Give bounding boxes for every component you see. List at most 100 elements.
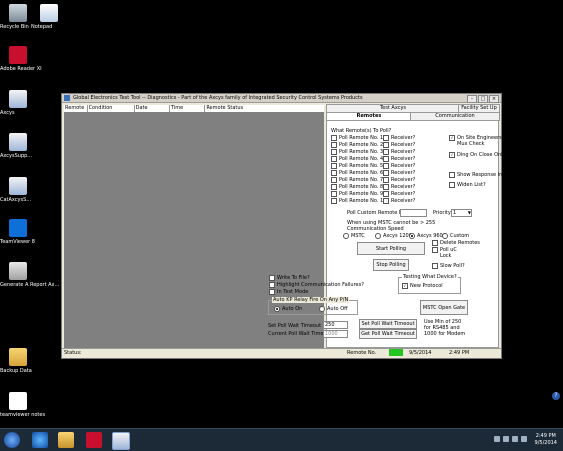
poll-remote-checkbox[interactable] <box>331 184 337 190</box>
stop-polling-button[interactable]: Stop Polling <box>373 259 409 271</box>
action-center-icon[interactable] <box>503 436 509 442</box>
poll-remote-checkbox[interactable] <box>331 191 337 197</box>
receiver-checkbox[interactable] <box>383 177 389 183</box>
start-polling-button[interactable]: Start Polling <box>357 242 425 255</box>
poll-remote-checkbox[interactable] <box>331 177 337 183</box>
speed-radio[interactable] <box>442 233 448 239</box>
minimize-button[interactable]: – <box>467 95 477 103</box>
set-poll-wait-button[interactable]: Set Poll Wait Timeout <box>359 319 417 329</box>
poll-remote-3[interactable]: Poll Remote No. 3 <box>331 149 383 155</box>
highlight-failures-checkbox[interactable] <box>269 282 275 288</box>
write-to-file-checkbox[interactable] <box>269 275 275 281</box>
auto-off-radio[interactable] <box>319 306 325 312</box>
get-poll-wait-button[interactable]: Get Poll Wait Timeout <box>359 329 417 339</box>
receiver-8[interactable]: Receiver? <box>383 184 415 190</box>
speed-radio[interactable] <box>375 233 381 239</box>
slow-poll-option[interactable]: Slow Poll? <box>432 263 465 269</box>
volume-icon[interactable] <box>521 436 527 442</box>
close-button[interactable]: × <box>489 95 499 103</box>
desktop-icon-generate-report[interactable]: Generate A Report Ax... <box>0 262 59 288</box>
poll-custom-input[interactable] <box>400 209 427 217</box>
auto-on-option[interactable]: Auto On <box>274 306 302 312</box>
poll-remote-checkbox[interactable] <box>331 163 337 169</box>
highlight-failures-option[interactable]: Highlight Communication Failures? <box>269 282 364 288</box>
poll-remote-checkbox[interactable] <box>331 170 337 176</box>
receiver-7[interactable]: Receiver? <box>383 177 415 183</box>
poll-remote-9[interactable]: Poll Remote No. 9 <box>331 191 383 197</box>
mstc-open-gate-button[interactable]: MSTC Open Gate <box>420 300 468 315</box>
axcys-icon[interactable] <box>112 432 130 450</box>
poll-remote-2[interactable]: Poll Remote No. 2 <box>331 142 383 148</box>
desktop-icon-backup-data[interactable]: Backup Data <box>0 348 36 374</box>
receiver-5[interactable]: Receiver? <box>383 163 415 169</box>
show-hex-checkbox[interactable] <box>449 172 455 178</box>
title-bar[interactable]: Global Electronics Test Tool -- Diagnost… <box>62 94 501 103</box>
poll-remote-5[interactable]: Poll Remote No. 5 <box>331 163 383 169</box>
poll-remote-checkbox[interactable] <box>331 142 337 148</box>
receiver-2[interactable]: Receiver? <box>383 142 415 148</box>
poll-remote-4[interactable]: Poll Remote No. 4 <box>331 156 383 162</box>
new-protocol-checkbox[interactable]: ✓ <box>402 283 408 289</box>
test-mode-option[interactable]: In Test Mode <box>269 289 308 295</box>
speed-axcys-9600[interactable]: Axcys 9600 <box>409 233 446 239</box>
start-button[interactable] <box>4 432 20 448</box>
poll-remote-10[interactable]: Poll Remote No. 10 <box>331 198 386 204</box>
poll-uc-lock-checkbox[interactable] <box>432 247 438 253</box>
poll-uc-lock-option[interactable]: Poll uC Lock <box>432 247 460 259</box>
option-show-hex[interactable]: Show Response In Hex <box>449 172 514 178</box>
column-header-condition[interactable]: Condition <box>88 105 135 112</box>
receiver-checkbox[interactable] <box>383 198 389 204</box>
desktop-icon-teamviewer[interactable]: TeamViewer 8 <box>0 219 36 245</box>
ding-on-close-checkbox[interactable]: ✓ <box>449 152 455 158</box>
slow-poll-checkbox[interactable] <box>432 263 438 269</box>
poll-remote-8[interactable]: Poll Remote No. 8 <box>331 184 383 190</box>
speed-custom[interactable]: Custom <box>442 233 469 239</box>
receiver-3[interactable]: Receiver? <box>383 149 415 155</box>
column-header-remote-status[interactable]: Remote Status <box>205 105 324 112</box>
receiver-checkbox[interactable] <box>383 191 389 197</box>
receiver-checkbox[interactable] <box>383 184 389 190</box>
tray-arrow-icon[interactable] <box>494 436 500 442</box>
receiver-checkbox[interactable] <box>383 170 389 176</box>
column-header-time[interactable]: Time <box>170 105 206 112</box>
poll-remote-checkbox[interactable] <box>331 156 337 162</box>
option-widen-list[interactable]: Widen List? <box>449 182 486 188</box>
current-poll-wait-input[interactable]: 1000 <box>323 330 348 338</box>
test-mode-checkbox[interactable] <box>269 289 275 295</box>
adobe-reader-icon[interactable] <box>86 432 102 448</box>
receiver-checkbox[interactable] <box>383 156 389 162</box>
taskbar-clock[interactable]: 2:49 PM 9/5/2014 <box>535 433 557 447</box>
internet-explorer-icon[interactable] <box>32 432 48 448</box>
desktop-icon-axcys-support[interactable]: AxcysSupp... <box>0 133 36 159</box>
receiver-10[interactable]: Receiver? <box>383 198 415 204</box>
receiver-9[interactable]: Receiver? <box>383 191 415 197</box>
poll-remote-6[interactable]: Poll Remote No. 6 <box>331 170 383 176</box>
option-ding-on-close[interactable]: ✓ Ding On Close Only <box>449 152 506 158</box>
help-icon[interactable]: ? <box>552 392 560 400</box>
desktop-icon-cat-axcys[interactable]: CatAxcysS... <box>0 177 36 203</box>
poll-remote-checkbox[interactable] <box>331 135 337 141</box>
speed-axcys-1200[interactable]: Axcys 1200 <box>375 233 412 239</box>
mux-check-checkbox[interactable]: ✓ <box>449 135 455 141</box>
write-to-file-option[interactable]: Write To File? <box>269 275 310 281</box>
auto-off-option[interactable]: Auto Off <box>319 306 348 312</box>
speed-radio[interactable] <box>409 233 415 239</box>
priority-select[interactable]: 1 ▼ <box>451 209 472 217</box>
poll-remote-checkbox[interactable] <box>331 149 337 155</box>
speed-radio[interactable] <box>343 233 349 239</box>
column-header-remote[interactable]: Remote <box>64 105 88 112</box>
file-explorer-icon[interactable] <box>58 432 74 448</box>
desktop-icon-teamviewer-notes[interactable]: teamviewer notes <box>0 392 45 418</box>
column-header-date[interactable]: Date <box>135 105 170 112</box>
receiver-checkbox[interactable] <box>383 149 389 155</box>
new-protocol-option[interactable]: ✓ New Protocol <box>402 283 443 289</box>
auto-on-radio[interactable] <box>274 306 280 312</box>
desktop-icon-axcys[interactable]: Axcys <box>0 90 36 116</box>
receiver-1[interactable]: Receiver? <box>383 135 415 141</box>
speed-mstc[interactable]: MSTC <box>343 233 365 239</box>
delete-remotes-option[interactable]: Delete Remotes <box>432 240 480 246</box>
receiver-checkbox[interactable] <box>383 135 389 141</box>
receiver-6[interactable]: Receiver? <box>383 170 415 176</box>
receiver-4[interactable]: Receiver? <box>383 156 415 162</box>
poll-remote-checkbox[interactable] <box>331 198 337 204</box>
